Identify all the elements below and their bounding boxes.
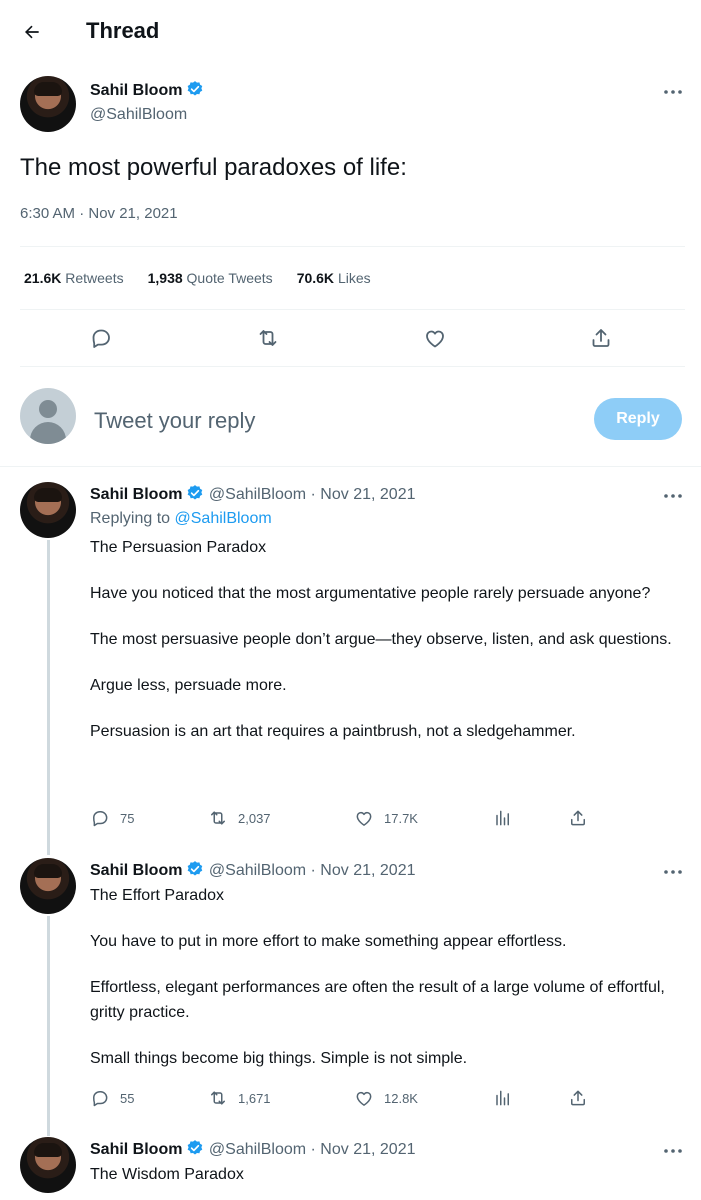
verified-badge-icon xyxy=(188,81,203,96)
tweet-header: Sahil Bloom @SahilBloom · Nov 21, 2021 xyxy=(90,484,415,504)
reply-icon[interactable] xyxy=(89,326,113,350)
more-options-icon[interactable] xyxy=(659,1141,687,1161)
reply-icon xyxy=(93,1091,108,1107)
retweet-icon[interactable] xyxy=(256,326,280,350)
author-name[interactable]: Sahil Bloom xyxy=(90,486,182,503)
verified-badge-icon xyxy=(188,861,203,876)
page-title: Thread xyxy=(86,18,160,43)
like-action[interactable]: 17.7K xyxy=(354,808,418,828)
like-heart-icon xyxy=(356,1091,372,1106)
tweet-paragraph: Argue less, persuade more. xyxy=(90,677,287,694)
author-handle[interactable]: @SahilBloom xyxy=(209,1141,306,1158)
retweet-count: 1,671 xyxy=(238,1090,271,1106)
share-icon xyxy=(571,1090,585,1106)
more-options-icon[interactable] xyxy=(659,486,687,506)
mention-link[interactable]: @SahilBloom xyxy=(175,510,272,527)
tweet-paragraph: You have to put in more effort to make s… xyxy=(90,933,567,950)
reply-count: 55 xyxy=(120,1090,135,1106)
reply-input[interactable] xyxy=(92,404,576,438)
tweet-header: Sahil Bloom @SahilBloom · Nov 21, 2021 xyxy=(90,1139,415,1159)
tweet-text: The most powerful paradoxes of life: xyxy=(20,154,407,181)
avatar[interactable] xyxy=(20,1137,76,1193)
author-handle[interactable]: @SahilBloom xyxy=(209,862,306,879)
like-count: 17.7K xyxy=(384,810,418,826)
tweet-paragraph: The Wisdom Paradox xyxy=(90,1166,244,1183)
analytics-action[interactable] xyxy=(492,808,512,828)
reply-action[interactable]: 75 xyxy=(90,808,134,828)
thread-connector-line xyxy=(47,540,50,855)
divider xyxy=(20,246,685,247)
default-avatar xyxy=(20,388,76,444)
retweet-count: 2,037 xyxy=(238,810,271,826)
tweet-paragraph: Persuasion is an art that requires a pai… xyxy=(90,723,576,740)
tweet-text: The Persuasion Paradox Have you noticed … xyxy=(90,535,680,765)
analytics-action[interactable] xyxy=(492,1088,512,1108)
author-handle[interactable]: @SahilBloom xyxy=(209,486,306,503)
tweet-action-bar: 55 1,671 12.8K xyxy=(90,1088,610,1112)
author-name[interactable]: Sahil Bloom xyxy=(90,862,182,879)
verified-badge-icon xyxy=(188,1140,203,1155)
verified-badge-icon xyxy=(188,485,203,500)
retweet-icon xyxy=(211,1091,225,1105)
divider xyxy=(0,466,701,467)
retweet-action[interactable]: 1,671 xyxy=(208,1088,271,1108)
retweets-stat[interactable]: 21.6K Retweets xyxy=(24,270,124,286)
like-action[interactable]: 12.8K xyxy=(354,1088,418,1108)
share-icon[interactable] xyxy=(589,326,613,350)
tweet-text: The Effort Paradox You have to put in mo… xyxy=(90,883,680,1092)
avatar[interactable] xyxy=(20,76,76,132)
replying-to: Replying to @SahilBloom xyxy=(90,510,272,527)
tweet-paragraph: Effortless, elegant performances are oft… xyxy=(90,979,665,1021)
author-name-row[interactable]: Sahil Bloom xyxy=(90,80,204,100)
author-name[interactable]: Sahil Bloom xyxy=(90,82,182,99)
share-icon xyxy=(571,810,585,826)
divider xyxy=(20,366,685,367)
tweet-stats: 21.6K Retweets 1,938 Quote Tweets 70.6K … xyxy=(24,270,371,286)
tweet-date[interactable]: · Nov 21, 2021 xyxy=(311,862,416,879)
top-bar: Thread xyxy=(0,0,701,64)
tweet-text: The Wisdom Paradox xyxy=(90,1162,680,1200)
tweet-paragraph: The Effort Paradox xyxy=(90,887,224,904)
retweet-action[interactable]: 2,037 xyxy=(208,808,271,828)
author-name[interactable]: Sahil Bloom xyxy=(90,1141,182,1158)
analytics-icon xyxy=(496,1090,509,1106)
share-action[interactable] xyxy=(568,808,588,828)
tweet-timestamp[interactable]: 6:30 AM · Nov 21, 2021 xyxy=(20,205,178,222)
quote-tweets-stat[interactable]: 1,938 Quote Tweets xyxy=(148,270,273,286)
share-action[interactable] xyxy=(568,1088,588,1108)
divider xyxy=(20,309,685,310)
like-count: 12.8K xyxy=(384,1090,418,1106)
analytics-icon xyxy=(496,810,509,826)
tweet-date[interactable]: · Nov 21, 2021 xyxy=(311,486,416,503)
retweet-icon xyxy=(211,811,225,825)
author-handle[interactable]: @SahilBloom xyxy=(90,106,187,124)
more-options-icon[interactable] xyxy=(659,82,687,102)
tweet-header: Sahil Bloom @SahilBloom · Nov 21, 2021 xyxy=(90,860,415,880)
back-arrow-icon[interactable] xyxy=(14,14,50,50)
tweet-date[interactable]: · Nov 21, 2021 xyxy=(311,1141,416,1158)
thread-page: Thread Sahil Bloom @SahilBloom The most … xyxy=(0,0,701,1200)
avatar[interactable] xyxy=(20,858,76,914)
more-options-icon[interactable] xyxy=(659,862,687,882)
reply-button[interactable]: Reply xyxy=(594,398,682,440)
likes-stat[interactable]: 70.6K Likes xyxy=(297,270,371,286)
tweet-paragraph: Have you noticed that the most argumenta… xyxy=(90,585,651,602)
reply-count: 75 xyxy=(120,810,135,826)
tweet-paragraph: Small things become big things. Simple i… xyxy=(90,1050,468,1067)
avatar[interactable] xyxy=(20,482,76,538)
reply-action[interactable]: 55 xyxy=(90,1088,134,1108)
like-heart-icon xyxy=(356,811,372,826)
tweet-action-bar xyxy=(0,318,701,358)
thread-connector-line xyxy=(47,916,50,1136)
reply-icon xyxy=(93,811,108,827)
tweet-action-bar: 75 2,037 17.7K xyxy=(90,808,610,832)
tweet-paragraph: The most persuasive people don’t argue—t… xyxy=(90,631,672,648)
tweet-paragraph: The Persuasion Paradox xyxy=(90,539,267,556)
like-heart-icon[interactable] xyxy=(423,326,447,350)
